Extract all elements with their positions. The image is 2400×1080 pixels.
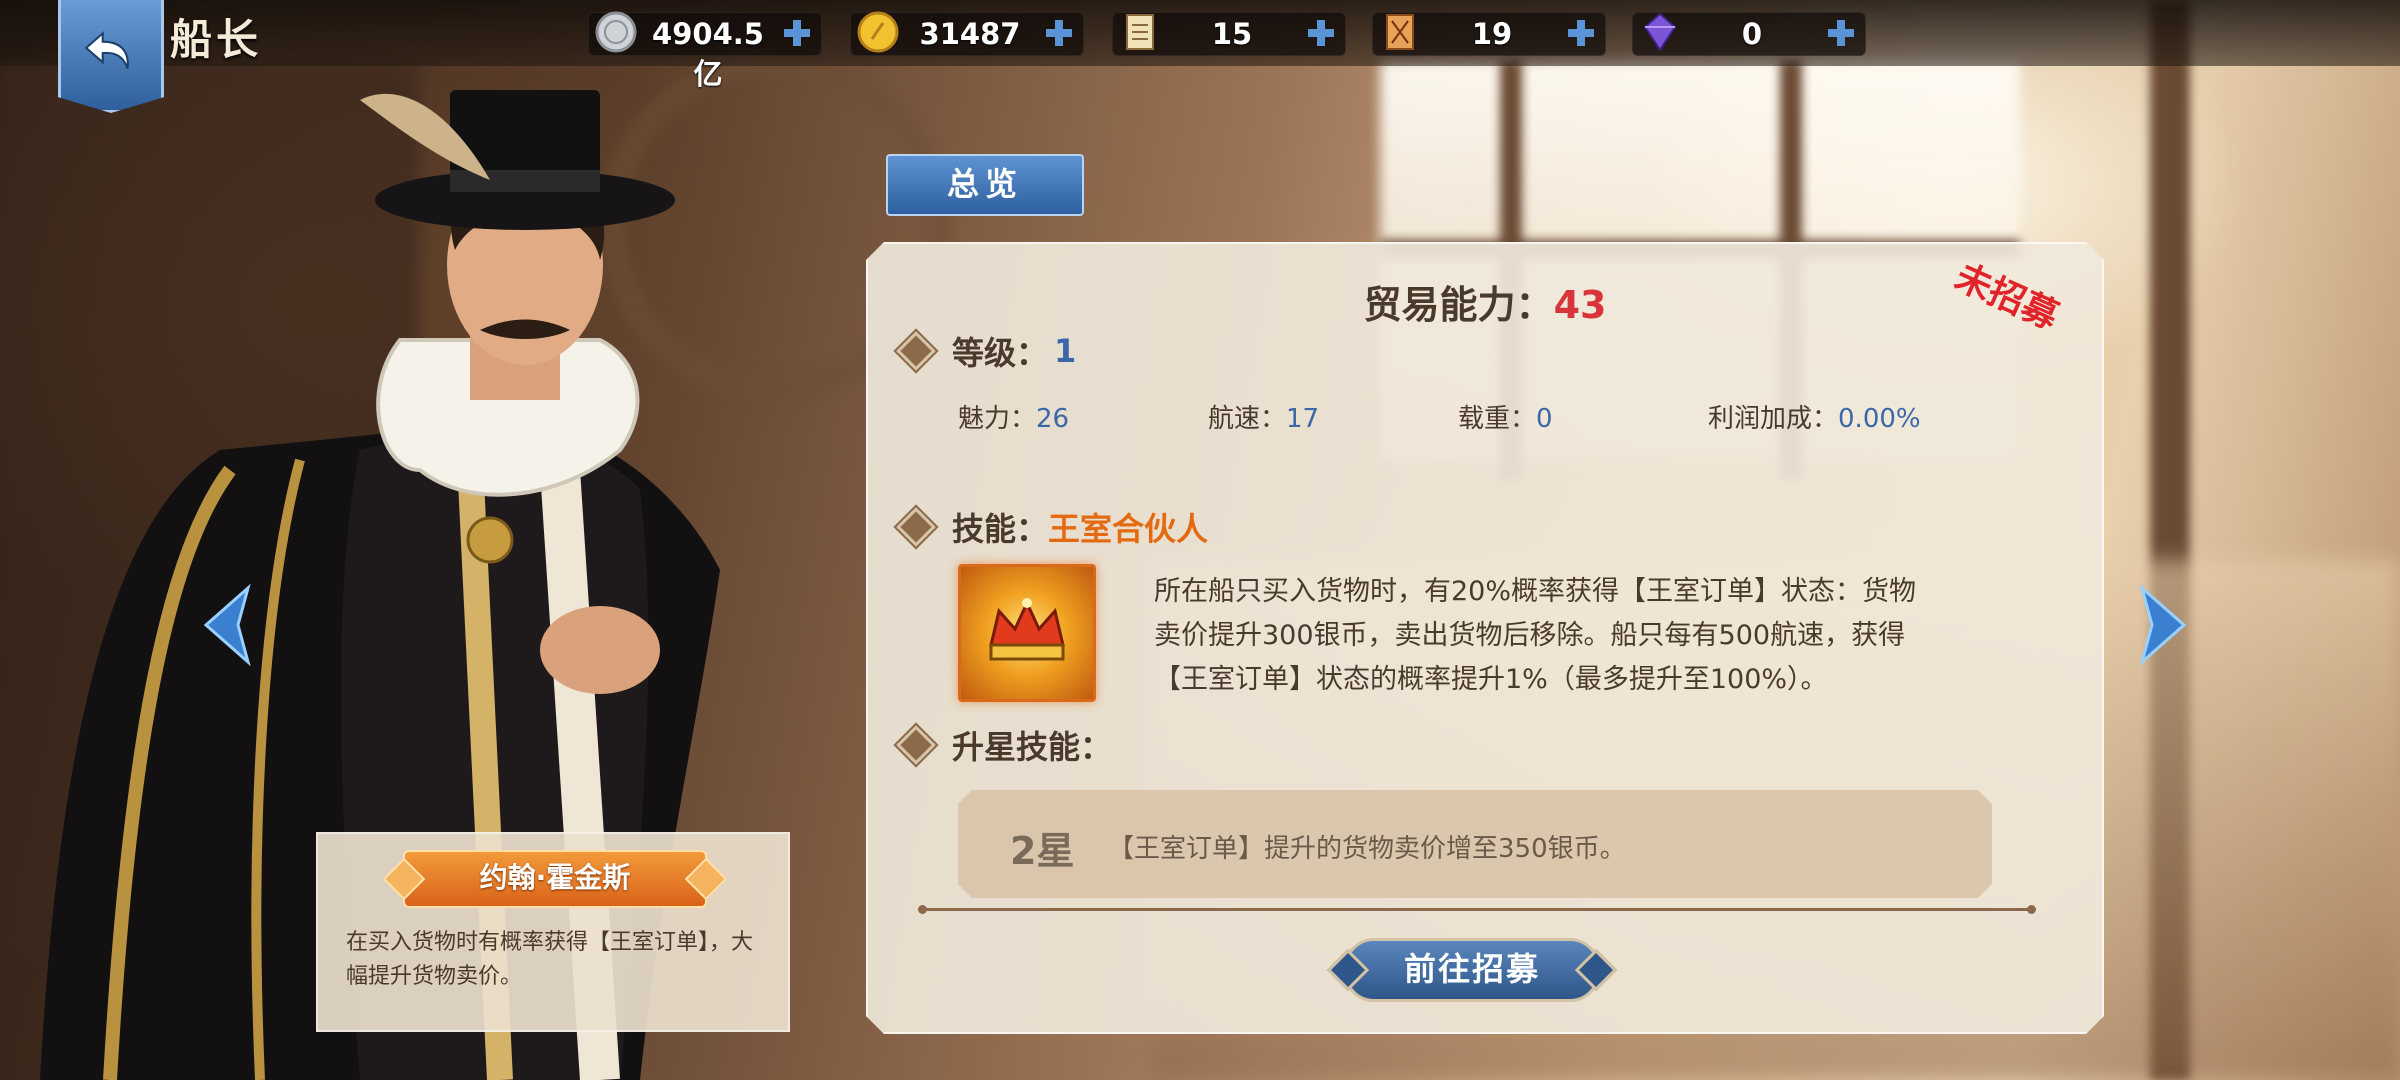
stat-value: 17: [1286, 404, 1320, 434]
crown-icon: [961, 567, 1093, 699]
add-gold-button[interactable]: [1043, 17, 1075, 49]
resource-value: 4904.5亿: [652, 17, 764, 91]
diamond-bullet-icon: [896, 507, 936, 547]
tab-overview[interactable]: 总览: [886, 154, 1084, 216]
divider: [922, 908, 2032, 911]
back-arrow-icon: [84, 31, 129, 69]
skill-label: 技能：: [952, 510, 1049, 548]
stat-label: 航速：: [1208, 404, 1287, 434]
captain-name: 约翰·霍金斯: [403, 850, 707, 908]
skill-name: 王室合伙人: [1048, 510, 1209, 548]
stat-charm: 魅力：26: [958, 398, 1069, 435]
skill-description-line: 【王室订单】状态的概率提升1%（最多提升至100%）。: [1154, 664, 1828, 695]
resource-ticket: 19: [1372, 12, 1606, 56]
add-scroll-button[interactable]: [1305, 17, 1337, 49]
skill-description-line: 卖价提升300银币，卖出货物后移除。船只每有500航速，获得: [1154, 620, 1906, 651]
star-skill-row: 2星 【王室订单】提升的货物卖价增至350银币。: [958, 790, 1992, 898]
resource-value: 15: [1211, 17, 1253, 51]
scroll-icon: [1126, 14, 1154, 50]
add-silver-button[interactable]: [781, 17, 813, 49]
stat-value: 0.00%: [1838, 404, 1921, 434]
resource-value: 0: [1741, 17, 1763, 51]
skill-section: 技能： 王室合伙人: [902, 504, 1208, 550]
resource-silver: 4904.5亿: [588, 11, 822, 91]
previous-captain-button[interactable]: [190, 580, 260, 670]
stat-label: 载重：: [1458, 404, 1537, 434]
next-captain-button[interactable]: [2130, 580, 2200, 670]
map-ticket-icon: [1386, 14, 1414, 50]
skill-description-line: 所在船只买入货物时，有20%概率获得【王室订单】状态：货物: [1154, 576, 1917, 607]
level-label: 等级：: [952, 334, 1049, 372]
stat-speed: 航速：17: [1208, 398, 1319, 435]
star-skill-description: 【王室订单】提升的货物卖价增至350银币。: [1108, 834, 1626, 864]
stat-label: 魅力：: [958, 404, 1037, 434]
go-recruit-button[interactable]: 前往招募: [1344, 938, 1600, 1002]
royal-crown-skill-icon[interactable]: [958, 564, 1096, 702]
trade-ability: 贸易能力：43: [868, 274, 2102, 329]
silver-coin-icon: [595, 11, 637, 53]
level-value: 1: [1054, 332, 1077, 370]
stat-profit-bonus: 利润加成：0.00%: [1708, 398, 1921, 435]
resource-gem: 0: [1632, 12, 1866, 56]
captain-info-panel: 贸易能力：43 未招募 等级： 1 魅力：26 航速：17 载重：0 利润加成：0…: [866, 242, 2104, 1034]
stat-capacity: 载重：0: [1458, 398, 1553, 435]
trade-ability-label: 贸易能力：: [1363, 283, 1554, 327]
star-skill-label: 升星技能：: [952, 728, 1113, 766]
trade-ability-value: 43: [1553, 283, 1607, 327]
resource-gold: 31487: [850, 11, 1084, 56]
add-gem-button[interactable]: [1825, 17, 1857, 49]
diamond-bullet-icon: [896, 331, 936, 371]
captain-summary: 在买入货物时有概率获得【王室订单】，大幅提升货物卖价。: [346, 930, 754, 989]
skill-description: 所在船只买入货物时，有20%概率获得【王室订单】状态：货物 卖价提升300银币，…: [1154, 570, 2024, 702]
stat-value: 0: [1536, 404, 1553, 434]
stat-value: 26: [1036, 404, 1070, 434]
add-ticket-button[interactable]: [1565, 17, 1597, 49]
star-skill-section: 升星技能：: [902, 722, 1112, 768]
page-title: 船长: [170, 15, 263, 64]
resource-value: 31487: [919, 17, 1021, 51]
level-section: 等级： 1: [902, 328, 1076, 374]
purple-gem-icon: [1643, 12, 1677, 52]
resource-value: 19: [1471, 17, 1513, 51]
resource-scroll: 15: [1112, 12, 1346, 56]
gold-coin-icon: [857, 11, 899, 53]
captain-name-card: 约翰·霍金斯 在买入货物时有概率获得【王室订单】，大幅提升货物卖价。: [316, 832, 790, 1032]
stat-label: 利润加成：: [1708, 404, 1839, 434]
diamond-bullet-icon: [896, 725, 936, 765]
star-level: 2星: [1010, 829, 1075, 873]
